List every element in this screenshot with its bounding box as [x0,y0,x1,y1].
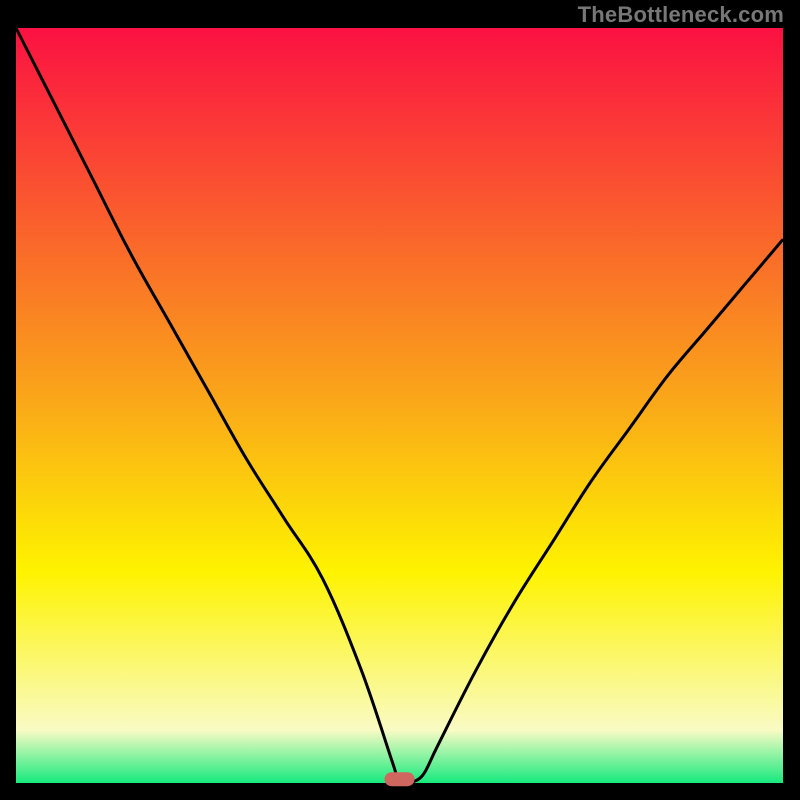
watermark-text: TheBottleneck.com [578,2,784,28]
plot-area [16,28,783,783]
optimal-marker [385,772,415,786]
bottleneck-chart [0,0,800,800]
